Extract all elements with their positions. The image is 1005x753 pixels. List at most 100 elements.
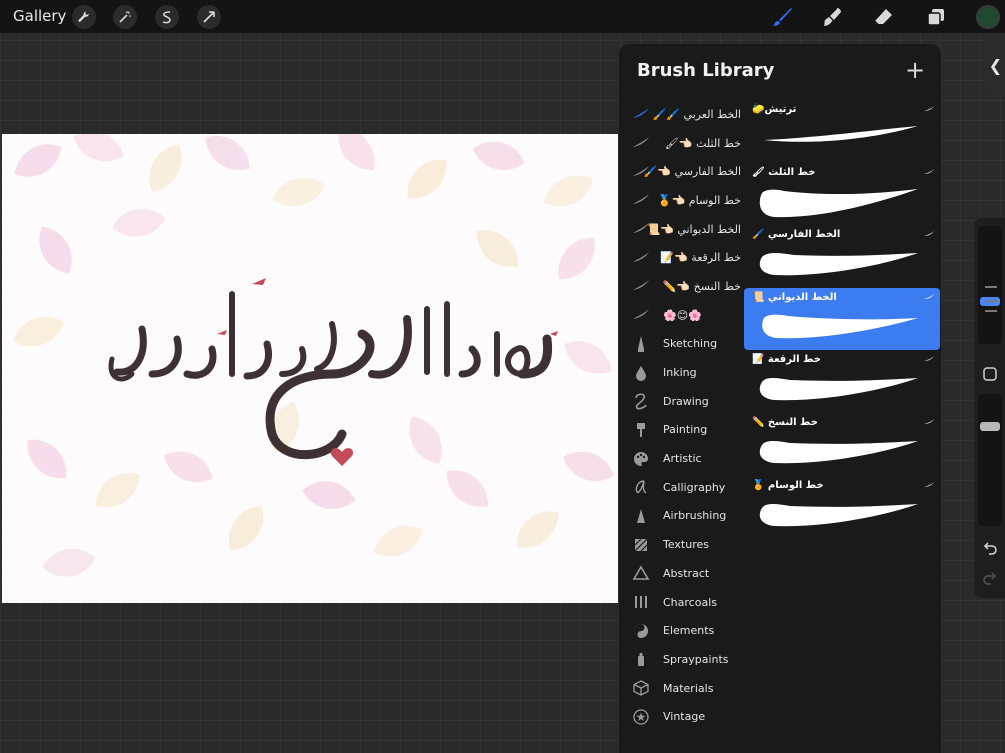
category-item[interactable]: خط الرقعة 👈🏻📝	[619, 243, 743, 272]
stroke-icon	[632, 249, 650, 267]
brush-item[interactable]: ترتيش🧽	[744, 100, 940, 162]
stroke-icon	[632, 306, 650, 324]
chevron-left-icon: ❮	[988, 55, 1003, 75]
brush-settings-icon	[924, 418, 934, 424]
brush-item[interactable]: خط الوسام 🏅	[744, 475, 940, 538]
transform-button[interactable]	[197, 5, 221, 29]
spray-can-icon	[632, 650, 650, 668]
opacity-knob[interactable]	[980, 422, 1000, 431]
redo-button[interactable]	[982, 570, 998, 586]
brush-stroke-preview	[759, 378, 918, 401]
category-item[interactable]: Materials	[619, 674, 743, 703]
category-item[interactable]: Spraypaints	[619, 645, 743, 674]
brush-item-selected[interactable]: الخط الديواني 📜	[744, 287, 940, 350]
eraser-icon	[874, 9, 892, 25]
smudge-tool-button[interactable]	[820, 5, 844, 29]
brush-settings-icon	[924, 481, 934, 487]
brush-item[interactable]: خط الثلث 🖌	[744, 162, 940, 225]
triangle-icon	[632, 564, 650, 582]
actions-button[interactable]	[72, 5, 96, 29]
wrench-icon	[78, 11, 89, 22]
brush-category-list: الخط العربي 🖌️🖌️ خط الثلث 👈🏻🖌 الخط الفار…	[619, 100, 743, 731]
calligraphy-a-icon	[632, 478, 650, 496]
palette-icon	[632, 450, 650, 468]
star-icon	[632, 708, 650, 726]
brush-size-slider[interactable]	[978, 226, 1002, 344]
category-item[interactable]: خط الثلث 👈🏻🖌	[619, 129, 743, 158]
undo-icon	[983, 542, 997, 555]
charcoal-icon	[632, 593, 650, 611]
category-item[interactable]: Charcoals	[619, 588, 743, 617]
brush-stroke-preview	[759, 440, 918, 464]
modify-button[interactable]	[982, 366, 998, 382]
brush-item[interactable]: الخط الفارسي 🖌️	[744, 225, 940, 288]
sidebar-toggle-button[interactable]: ❮	[986, 36, 1005, 94]
brush-stroke-preview	[759, 503, 918, 526]
ink-drop-icon	[632, 364, 650, 382]
color-picker-button[interactable]	[976, 5, 1000, 29]
brush-library-panel: Brush Library + الخط العربي 🖌️🖌️ خط الثل…	[619, 44, 941, 753]
opacity-slider[interactable]	[978, 394, 1002, 526]
texture-icon	[632, 536, 650, 554]
yin-yang-icon	[632, 622, 650, 640]
category-item[interactable]: خط الوسام 👈🏻🏅	[619, 186, 743, 215]
brush-stroke-preview	[759, 253, 918, 276]
category-item[interactable]: Elements	[619, 616, 743, 645]
smudge-icon	[824, 8, 841, 26]
paint-brush-icon	[632, 421, 650, 439]
brush-stroke-preview	[759, 188, 918, 217]
category-item[interactable]: Vintage	[619, 702, 743, 731]
cube-icon	[632, 679, 650, 697]
slider-lines-icon	[985, 286, 997, 312]
stroke-icon	[632, 134, 650, 152]
brush-list: ترتيش🧽 خط الثلث 🖌 الخط الفارسي 🖌️ الخط ا…	[744, 100, 940, 538]
category-item[interactable]: الخط الديواني 👈🏻📜	[619, 215, 743, 244]
add-brush-button[interactable]: +	[905, 58, 925, 82]
brush-settings-icon	[924, 293, 934, 299]
panel-title: Brush Library	[637, 60, 775, 81]
category-item[interactable]: الخط الفارسي 👈🏻🖌️	[619, 157, 743, 186]
selection-icon	[162, 11, 171, 24]
brush-tool-button[interactable]	[770, 5, 794, 29]
category-item[interactable]: Artistic	[619, 444, 743, 473]
eraser-tool-button[interactable]	[871, 5, 895, 29]
undo-button[interactable]	[982, 540, 998, 556]
calligraphy-stroke-icon	[632, 105, 650, 123]
category-item[interactable]: Calligraphy	[619, 473, 743, 502]
brush-settings-icon	[924, 356, 934, 362]
brush-stroke-preview	[764, 126, 918, 142]
category-item[interactable]: Painting	[619, 416, 743, 445]
canvas-artwork	[7, 134, 618, 581]
adjustments-button[interactable]	[113, 5, 137, 29]
brush-settings-icon	[924, 106, 934, 111]
drawing-canvas[interactable]	[2, 134, 618, 603]
category-item[interactable]: Drawing	[619, 387, 743, 416]
stroke-icon	[632, 191, 650, 209]
stroke-icon	[632, 277, 650, 295]
category-item[interactable]: Airbrushing	[619, 502, 743, 531]
category-item[interactable]: Sketching	[619, 330, 743, 359]
brush-settings-icon	[924, 168, 934, 174]
category-item[interactable]: Abstract	[619, 559, 743, 588]
squiggle-icon	[632, 392, 650, 410]
transform-arrow-icon	[203, 11, 215, 23]
gallery-button[interactable]: Gallery	[13, 7, 66, 25]
category-item[interactable]: الخط العربي 🖌️🖌️	[619, 100, 743, 129]
brush-item[interactable]: خط النسخ ✏️	[744, 412, 940, 475]
category-item[interactable]: خط النسخ 👈🏻✏️	[619, 272, 743, 301]
brush-icon	[773, 8, 792, 26]
brush-item[interactable]: خط الرقعة 📝	[744, 350, 940, 413]
pencil-icon	[632, 335, 650, 353]
layers-icon	[927, 9, 944, 26]
airbrush-icon	[632, 507, 650, 525]
magic-wand-icon	[119, 11, 131, 23]
side-slider-bar	[974, 218, 1005, 598]
brush-stroke-preview	[762, 314, 918, 339]
selection-button[interactable]	[155, 5, 179, 29]
modify-square-icon	[983, 367, 997, 381]
redo-icon	[983, 572, 997, 585]
layers-button[interactable]	[924, 5, 948, 29]
category-item[interactable]: Textures	[619, 530, 743, 559]
category-item[interactable]: Inking	[619, 358, 743, 387]
category-item[interactable]: 🌸😊🌸	[619, 301, 743, 330]
